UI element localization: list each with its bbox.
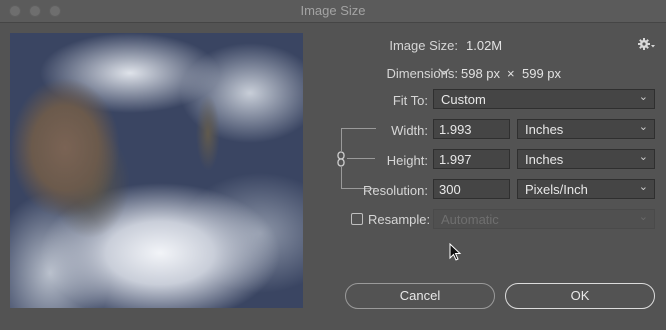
resample-checkbox[interactable] [351, 213, 363, 225]
resolution-unit-select[interactable]: Pixels/Inch ⌄ [517, 179, 655, 199]
chain-link-icon[interactable] [335, 151, 347, 167]
resample-label: Resample: [368, 212, 431, 227]
resolution-label: Resolution: [362, 183, 428, 198]
height-field[interactable] [433, 149, 510, 169]
height-label: Height: [386, 153, 428, 168]
fit-to-select[interactable]: Custom ⌄ [433, 89, 655, 109]
width-field[interactable] [433, 119, 510, 139]
dimensions-separator: × [507, 66, 515, 81]
width-unit-select[interactable]: Inches ⌄ [517, 119, 655, 139]
resolution-unit-value: Pixels/Inch [525, 182, 588, 197]
fit-to-label: Fit To: [392, 93, 428, 108]
link-bracket-top [341, 128, 376, 151]
chevron-down-icon: ⌄ [638, 121, 648, 133]
width-label: Width: [391, 123, 428, 138]
dimensions-height: 599 px [522, 66, 562, 81]
width-unit-value: Inches [525, 122, 564, 137]
image-size-value: 1.02M [466, 38, 503, 53]
title-bar: Image Size [0, 0, 666, 23]
dimensions-chevron-icon[interactable] [438, 65, 450, 77]
chevron-down-icon: ⌄ [638, 181, 648, 193]
resample-select[interactable]: Automatic ⌄ [433, 209, 655, 229]
resample-value: Automatic [441, 212, 499, 227]
chevron-down-icon: ⌄ [638, 91, 648, 103]
resolution-field[interactable] [433, 179, 510, 199]
mouse-pointer-icon [449, 242, 463, 263]
dimensions-width: 598 px [461, 66, 501, 81]
height-unit-select[interactable]: Inches ⌄ [517, 149, 655, 169]
fit-to-value: Custom [441, 92, 486, 107]
chevron-down-icon: ⌄ [638, 211, 648, 223]
link-bracket-mid [347, 158, 375, 159]
image-size-label: Image Size: [389, 38, 458, 53]
gear-icon[interactable] [636, 35, 656, 53]
cancel-button[interactable]: Cancel [345, 283, 495, 309]
chevron-down-icon: ⌄ [638, 151, 648, 163]
image-preview[interactable] [10, 33, 303, 308]
height-unit-value: Inches [525, 152, 564, 167]
ok-button[interactable]: OK [505, 283, 655, 309]
window-title: Image Size [300, 3, 366, 18]
